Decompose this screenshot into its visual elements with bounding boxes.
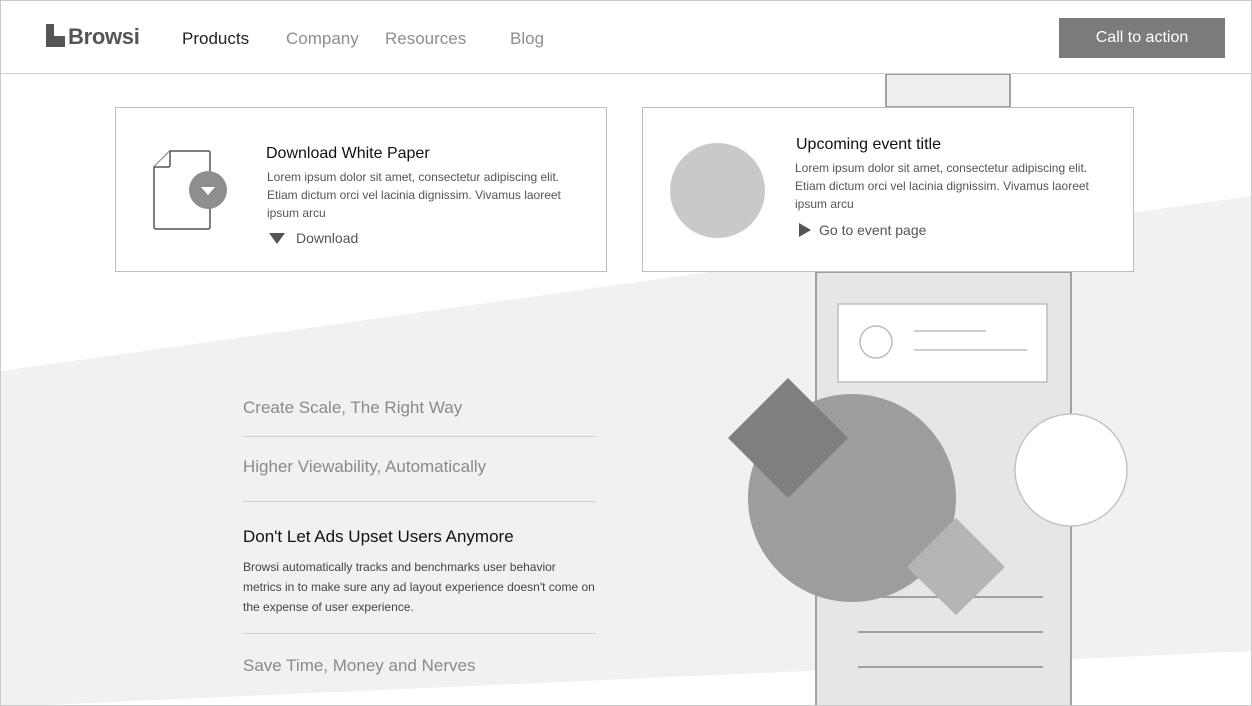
logo-mark-icon bbox=[46, 24, 65, 48]
feature-item-save-time[interactable]: Save Time, Money and Nerves bbox=[243, 656, 596, 676]
feature-item-viewability[interactable]: Higher Viewability, Automatically bbox=[243, 457, 596, 477]
feature-title: Create Scale, The Right Way bbox=[243, 398, 463, 417]
download-link-label: Download bbox=[296, 230, 359, 246]
feature-title: Save Time, Money and Nerves bbox=[243, 656, 476, 675]
white-paper-card: Download White Paper Lorem ipsum dolor s… bbox=[115, 107, 607, 272]
nav-item-products[interactable]: Products bbox=[182, 29, 249, 49]
dark-diamond-shape bbox=[728, 378, 848, 498]
feature-item-users[interactable]: Don't Let Ads Upset Users Anymore Browsi… bbox=[243, 527, 596, 617]
big-circle-shape bbox=[748, 394, 956, 602]
light-diamond-shape bbox=[907, 518, 1005, 615]
feature-item-scale[interactable]: Create Scale, The Right Way bbox=[243, 398, 596, 418]
phone-mini-card bbox=[837, 303, 1048, 383]
nav-item-blog[interactable]: Blog bbox=[510, 29, 544, 49]
brand-name: Browsi bbox=[68, 24, 140, 49]
site-header: Browsi Products Company Resources Blog C… bbox=[1, 1, 1251, 74]
event-image-placeholder bbox=[670, 143, 765, 238]
white-paper-body: Lorem ipsum dolor sit amet, consectetur … bbox=[267, 170, 561, 220]
feature-title: Don't Let Ads Upset Users Anymore bbox=[243, 527, 514, 546]
document-download-icon bbox=[153, 150, 227, 230]
feature-divider bbox=[243, 633, 596, 634]
download-link[interactable]: Download bbox=[268, 230, 358, 246]
feature-description: Browsi automatically tracks and benchmar… bbox=[243, 560, 595, 614]
call-to-action-button[interactable]: Call to action bbox=[1059, 18, 1225, 58]
triangle-down-icon bbox=[269, 233, 285, 244]
play-icon bbox=[799, 223, 811, 237]
event-title: Upcoming event title bbox=[796, 136, 941, 153]
landing-page: Browsi Products Company Resources Blog C… bbox=[0, 0, 1252, 706]
white-circle-shape bbox=[1014, 413, 1128, 527]
phone-mini-avatar bbox=[859, 325, 893, 359]
feature-divider bbox=[243, 436, 596, 437]
brand-logo[interactable]: Browsi bbox=[46, 22, 140, 48]
nav-item-resources[interactable]: Resources bbox=[385, 29, 466, 49]
event-card: Upcoming event title Lorem ipsum dolor s… bbox=[642, 107, 1134, 272]
phone-body bbox=[815, 271, 1072, 705]
go-to-event-label: Go to event page bbox=[819, 222, 927, 238]
nav-item-company[interactable]: Company bbox=[286, 29, 359, 49]
phone-top-strip bbox=[885, 73, 1011, 108]
feature-title: Higher Viewability, Automatically bbox=[243, 457, 487, 476]
event-body: Lorem ipsum dolor sit amet, consectetur … bbox=[795, 161, 1089, 211]
feature-divider bbox=[243, 501, 596, 502]
white-paper-title: Download White Paper bbox=[266, 145, 430, 162]
go-to-event-link[interactable]: Go to event page bbox=[798, 222, 926, 238]
